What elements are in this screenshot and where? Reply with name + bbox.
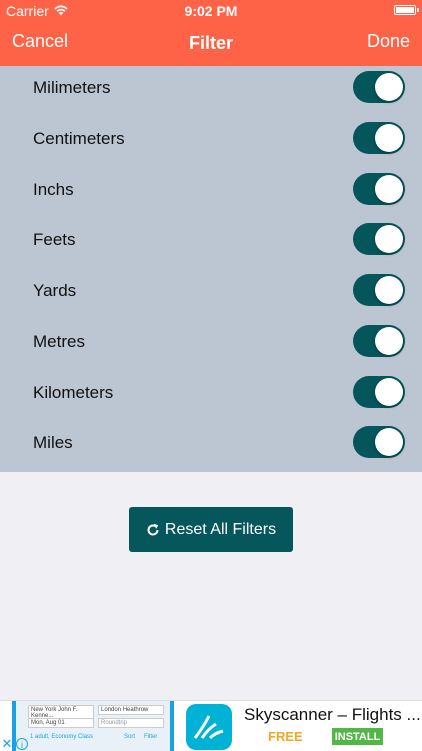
- ad-preview-sort: Sort: [124, 734, 136, 740]
- reset-button-label: Reset All Filters: [164, 520, 277, 538]
- toggle-knob: [375, 73, 403, 101]
- filter-label: Feets: [33, 230, 76, 250]
- filter-list: Milimeters Centimeters Inchs Feets Yards…: [0, 66, 422, 472]
- centimeters-toggle[interactable]: [353, 121, 405, 154]
- status-time: 9:02 PM: [184, 3, 238, 19]
- ad-preview-class: 1 adult, Economy Class: [30, 734, 94, 740]
- filter-row-inchs: Inchs: [0, 168, 422, 219]
- toggle-knob: [375, 225, 403, 254]
- filter-row-metres: Metres: [0, 320, 422, 371]
- ad-title: Skyscanner – Flights ...: [244, 705, 421, 724]
- filter-label: Miles: [33, 433, 73, 453]
- feets-toggle[interactable]: [353, 223, 405, 256]
- ad-preview-date: Mon, Aug 01: [28, 718, 94, 728]
- kilometers-toggle[interactable]: [353, 375, 405, 408]
- reset-all-filters-button[interactable]: Reset All Filters: [129, 507, 293, 552]
- info-icon[interactable]: i: [16, 738, 28, 750]
- filter-label: Milimeters: [33, 78, 111, 97]
- filter-row-centimeters: Centimeters: [0, 117, 422, 168]
- filter-row-feets: Feets: [0, 218, 422, 269]
- yards-toggle[interactable]: [353, 274, 405, 306]
- filter-label: Centimeters: [33, 128, 125, 148]
- filter-row-yards: Yards: [0, 269, 422, 320]
- inchs-toggle[interactable]: [353, 172, 405, 205]
- ad-preview-image: New York John F. Kenne... London Heathro…: [12, 701, 174, 751]
- filter-label: Inchs: [33, 179, 74, 199]
- skyscanner-logo-icon: [186, 704, 232, 750]
- close-icon[interactable]: ✕: [0, 737, 14, 751]
- navigation-bar: Cancel Filter Done: [0, 22, 422, 66]
- filter-row-miles: Miles: [0, 421, 422, 472]
- toggle-knob: [375, 123, 403, 152]
- status-bar: Carrier 9:02 PM: [0, 0, 422, 22]
- ad-banner[interactable]: New York John F. Kenne... London Heathro…: [0, 700, 422, 751]
- toggle-knob: [375, 428, 403, 457]
- filter-label: Kilometers: [33, 382, 114, 402]
- ad-preview-to: London Heathrow: [98, 705, 164, 715]
- toggle-knob: [375, 174, 403, 203]
- metres-toggle[interactable]: [353, 324, 405, 357]
- toggle-knob: [375, 326, 403, 355]
- toggle-knob: [375, 276, 403, 304]
- page-title: Filter: [188, 33, 233, 53]
- milimeters-toggle[interactable]: [353, 71, 405, 103]
- filter-label: Metres: [33, 331, 85, 351]
- battery-icon: [394, 5, 419, 15]
- ad-preview-filter: Filter: [144, 734, 158, 740]
- filter-row-kilometers: Kilometers: [0, 371, 422, 422]
- done-button[interactable]: Done: [367, 31, 410, 52]
- toggle-knob: [375, 377, 403, 406]
- install-button[interactable]: INSTALL: [332, 728, 383, 745]
- ad-price: FREE: [268, 729, 303, 744]
- filter-row-milimeters: Milimeters: [0, 66, 422, 117]
- ad-preview-trip: Roundtrip: [98, 718, 164, 728]
- refresh-icon: [146, 523, 160, 537]
- filter-label: Yards: [33, 281, 77, 300]
- miles-toggle[interactable]: [353, 426, 405, 459]
